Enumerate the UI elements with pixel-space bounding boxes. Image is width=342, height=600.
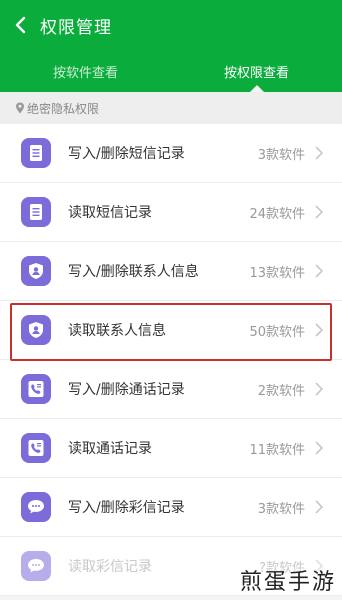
app-count: 2款软件 <box>257 383 305 399</box>
permission-row-read-sms[interactable]: 读取短信记录 24款软件 <box>0 183 342 242</box>
chevron-right-icon <box>315 500 324 514</box>
call-log-icon <box>21 433 51 463</box>
chevron-left-icon <box>15 16 26 34</box>
app-count: 13款软件 <box>249 265 305 281</box>
permission-row-read-call-log[interactable]: 读取通话记录 11款软件 <box>0 419 342 478</box>
back-button[interactable] <box>0 0 40 50</box>
chevron-right-icon <box>315 146 324 160</box>
chevron-right-icon <box>315 441 324 455</box>
watermark: 煎蛋手游 <box>239 570 336 595</box>
permission-label: 写入/删除联系人信息 <box>68 264 199 280</box>
app-count: 11款软件 <box>249 442 305 458</box>
permission-label: 写入/删除通话记录 <box>68 382 185 398</box>
tab-by-app[interactable]: 按软件查看 <box>0 50 171 92</box>
message-doc-icon <box>21 138 51 168</box>
permission-row-read-contacts[interactable]: 读取联系人信息 50款软件 <box>0 301 342 361</box>
contact-shield-icon <box>21 256 51 286</box>
app-count: 50款软件 <box>249 324 305 340</box>
title-bar: 权限管理 <box>0 0 342 50</box>
mms-bubble-icon <box>21 492 51 522</box>
app-count: 24款软件 <box>249 206 305 222</box>
permission-label: 写入/删除彩信记录 <box>68 500 185 516</box>
tab-by-permission-label: 按权限查看 <box>223 65 289 81</box>
permission-label: 读取联系人信息 <box>68 323 166 339</box>
chevron-right-icon <box>315 205 324 219</box>
message-doc-icon <box>21 197 51 227</box>
chevron-right-icon <box>315 264 324 278</box>
tab-bar: 按软件查看 按权限查看 <box>0 50 342 92</box>
app-count: 3款软件 <box>257 501 305 517</box>
permission-label: 读取通话记录 <box>68 441 152 457</box>
permission-label: 写入/删除短信记录 <box>68 146 185 162</box>
contact-shield-icon <box>21 315 51 345</box>
tab-by-permission[interactable]: 按权限查看 <box>171 50 342 92</box>
active-tab-indicator <box>249 85 264 92</box>
chevron-right-icon <box>315 382 324 396</box>
permission-label: 读取彩信记录 <box>68 559 152 575</box>
app-count: 3款软件 <box>257 147 305 163</box>
permission-label: 读取短信记录 <box>68 205 152 221</box>
section-header: 绝密隐私权限 <box>0 92 342 124</box>
section-title: 绝密隐私权限 <box>27 101 100 116</box>
permission-row-write-mms[interactable]: 写入/删除彩信记录 3款软件 <box>0 478 342 537</box>
permission-row-write-sms[interactable]: 写入/删除短信记录 3款软件 <box>0 124 342 183</box>
mms-bubble-icon <box>21 551 51 581</box>
permission-list: 写入/删除短信记录 3款软件 读取短信记录 24款软件 写入/删除联系人信息 1… <box>0 124 342 596</box>
call-log-icon <box>21 374 51 404</box>
chevron-right-icon <box>315 323 324 337</box>
page-title: 权限管理 <box>40 17 112 38</box>
permission-row-write-contacts[interactable]: 写入/删除联系人信息 13款软件 <box>0 242 342 301</box>
location-pin-icon <box>16 102 24 114</box>
permission-row-write-call-log[interactable]: 写入/删除通话记录 2款软件 <box>0 360 342 419</box>
